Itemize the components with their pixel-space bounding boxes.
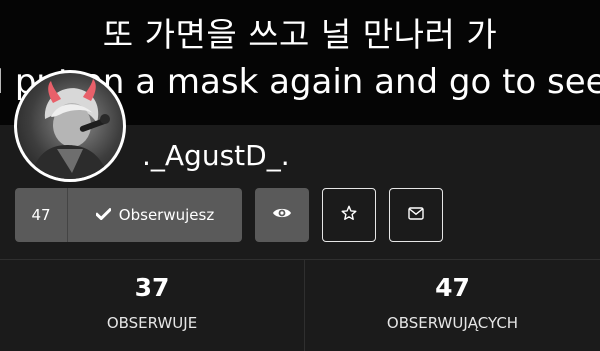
follower-count-label: 47 — [31, 206, 51, 224]
envelope-icon — [408, 206, 424, 224]
eye-icon — [272, 206, 292, 224]
follow-button[interactable]: Obserwujesz — [68, 188, 242, 242]
following-count: 37 — [134, 273, 170, 302]
banner-korean-text: 또 가면을 쓰고 널 만나러 가 — [102, 15, 498, 54]
star-icon — [341, 205, 357, 225]
check-icon — [94, 206, 112, 224]
favorite-button[interactable] — [322, 188, 376, 242]
avatar-image — [31, 79, 110, 179]
profile-stats: 37 OBSERWUJE 47 OBSERWUJĄCYCH — [0, 259, 600, 351]
followers-stat[interactable]: 47 OBSERWUJĄCYCH — [305, 260, 600, 351]
followers-label: OBSERWUJĄCYCH — [386, 314, 519, 332]
followers-count: 47 — [435, 273, 470, 302]
following-label: OBSERWUJE — [106, 314, 198, 332]
message-button[interactable] — [389, 188, 443, 242]
watch-button[interactable] — [255, 188, 309, 242]
username: ._AgustD_. — [142, 139, 290, 172]
follow-button-label: Obserwujesz — [118, 206, 215, 224]
avatar[interactable] — [14, 70, 126, 182]
follower-count-button[interactable]: 47 — [15, 188, 68, 242]
following-stat[interactable]: 37 OBSERWUJE — [0, 260, 305, 351]
